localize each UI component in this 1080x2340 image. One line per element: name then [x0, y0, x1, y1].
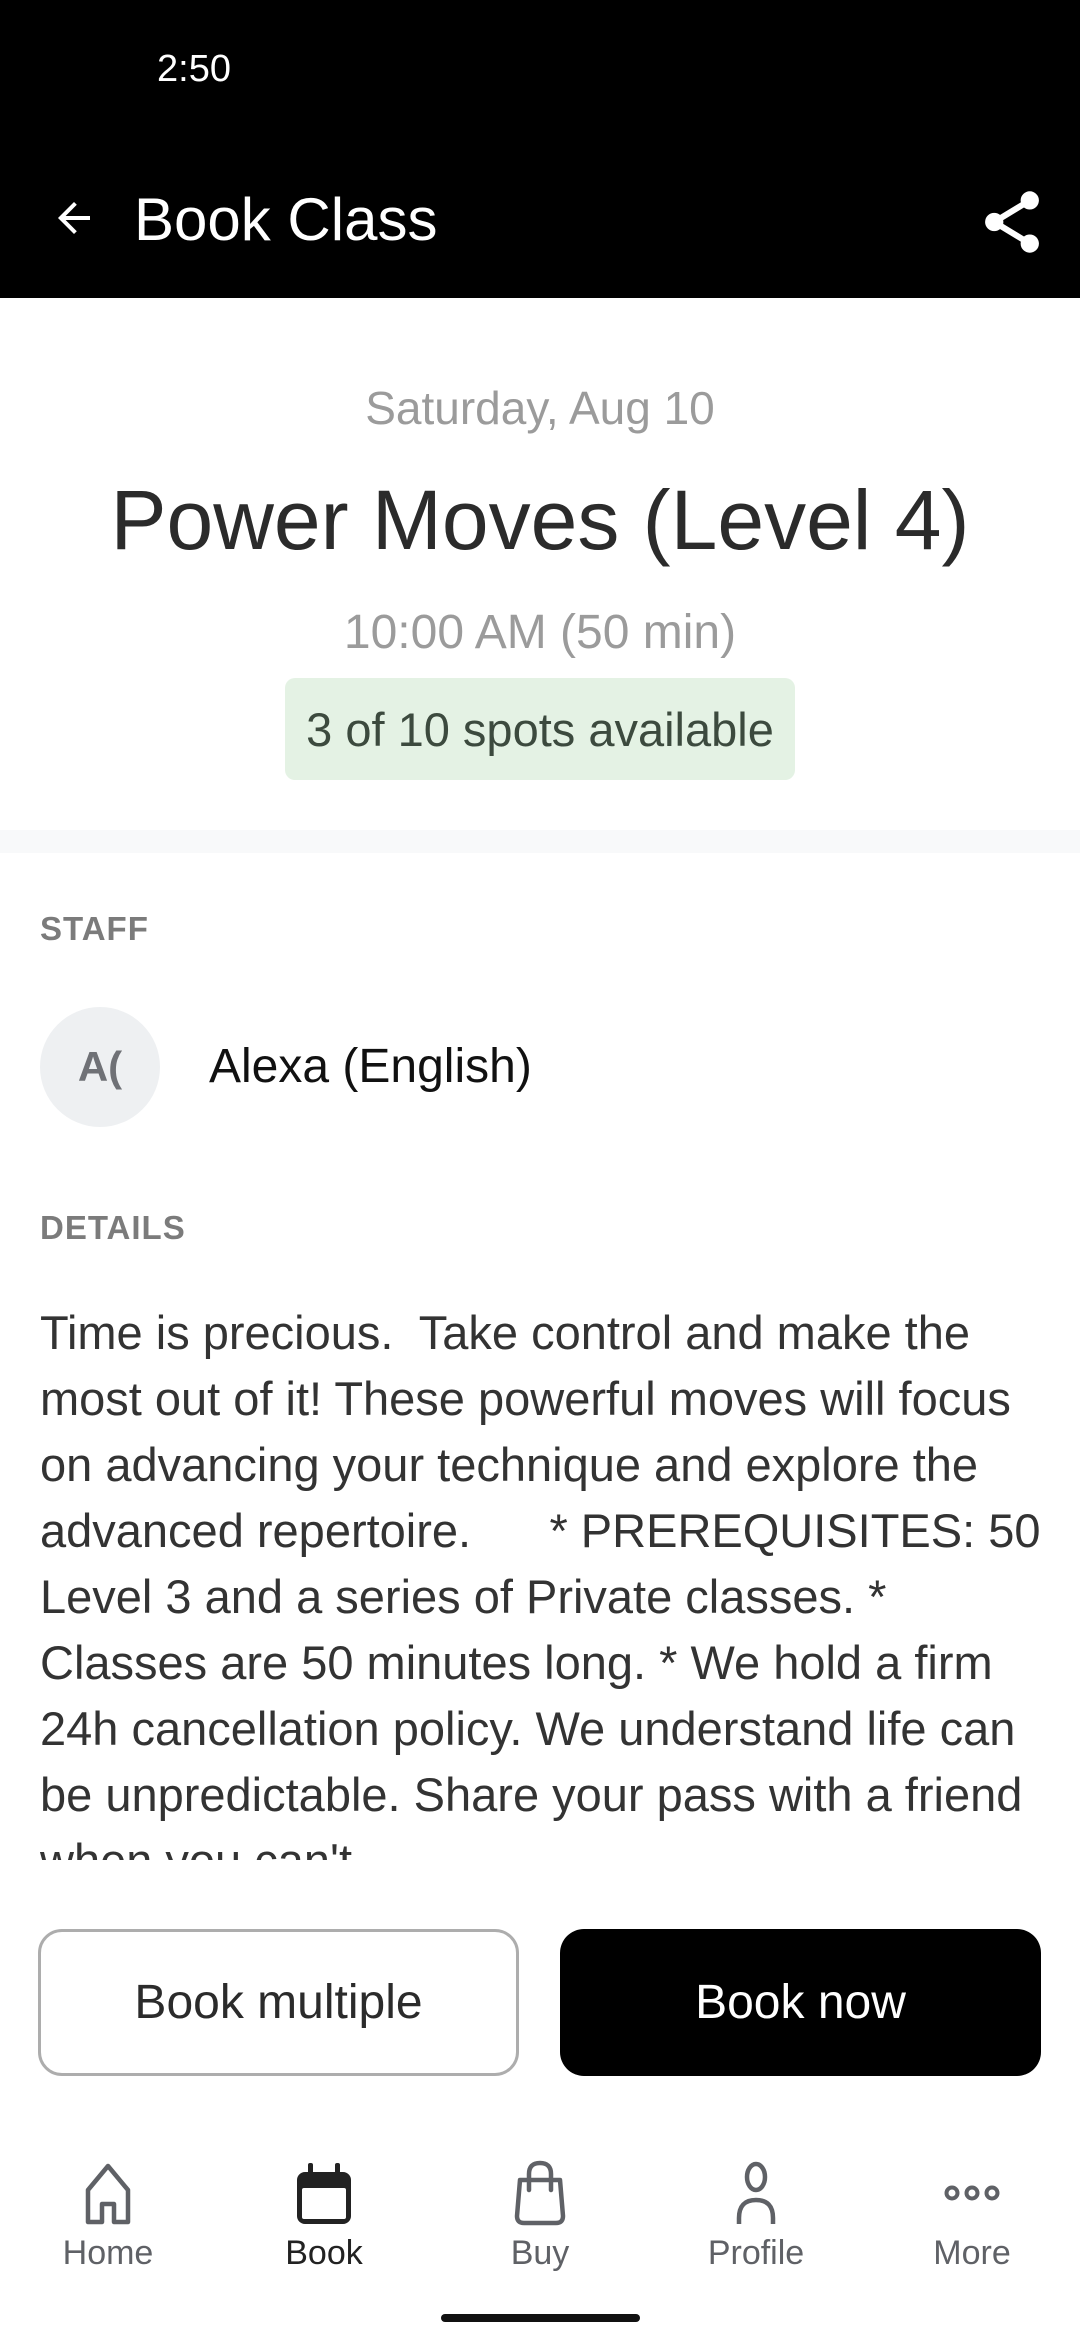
person-icon	[736, 2161, 776, 2224]
details-section-label: DETAILS	[40, 1209, 186, 1246]
nav-item-home[interactable]: Home	[0, 2140, 216, 2280]
share-button[interactable]	[974, 184, 1050, 260]
book-multiple-button[interactable]: Book multiple	[38, 1929, 519, 2076]
more-dots-icon	[944, 2185, 1000, 2201]
calendar-icon	[297, 2163, 351, 2224]
nav-item-more[interactable]: More	[864, 2140, 1080, 2280]
staff-section-label: STAFF	[40, 910, 149, 947]
bottom-navigation: Home Book Buy Profile More	[0, 2140, 1080, 2280]
book-now-button[interactable]: Book now	[560, 1929, 1041, 2076]
nav-label-profile: Profile	[707, 2234, 805, 2272]
back-button[interactable]	[40, 184, 108, 252]
nav-item-buy[interactable]: Buy	[432, 2140, 648, 2280]
shopping-bag-icon	[514, 2160, 566, 2226]
nav-item-profile[interactable]: Profile	[648, 2140, 864, 2280]
home-icon	[85, 2163, 131, 2225]
availability-badge: 3 of 10 spots available	[285, 678, 795, 780]
avatar-initials: A(	[77, 1043, 123, 1090]
nav-label-buy: Buy	[510, 2234, 570, 2272]
status-time: 2:50	[157, 48, 231, 90]
class-title: Power Moves (Level 4)	[110, 473, 970, 567]
staff-name[interactable]: Alexa (English)	[209, 1039, 532, 1095]
staff-avatar[interactable]: A(	[40, 1007, 160, 1127]
page-title: Book Class	[134, 186, 438, 253]
class-date: Saturday, Aug 10	[365, 382, 715, 434]
details-scroll-area[interactable]: Time is precious. Take control and make …	[40, 1300, 1050, 1860]
nav-item-book[interactable]: Book	[216, 2140, 432, 2280]
class-time: 10:00 AM (50 min)	[343, 606, 737, 659]
nav-label-home: Home	[62, 2234, 154, 2272]
nav-label-book: Book	[285, 2234, 363, 2272]
share-icon	[985, 191, 1039, 253]
home-indicator[interactable]	[441, 2314, 640, 2322]
nav-label-more: More	[933, 2234, 1011, 2272]
section-divider	[0, 830, 1080, 853]
arrow-left-icon	[58, 202, 90, 234]
class-description: Time is precious. Take control and make …	[40, 1306, 1041, 1860]
